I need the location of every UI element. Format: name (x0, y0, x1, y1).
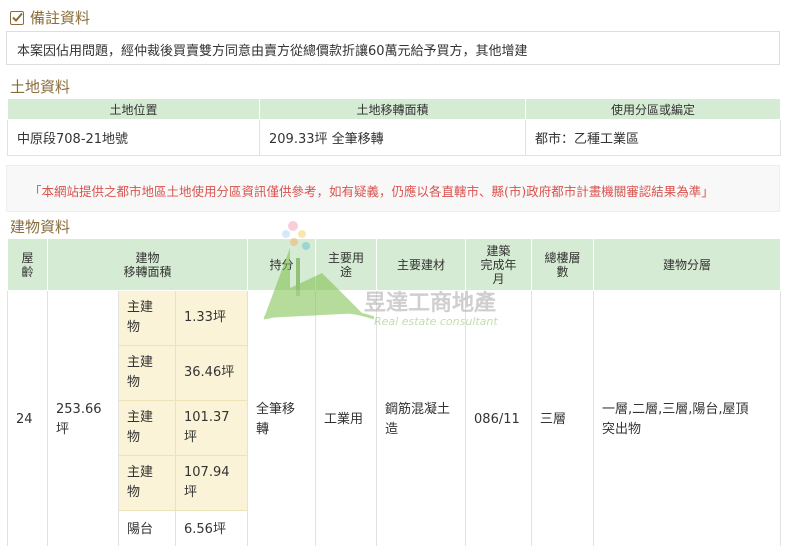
header-age: 屋 齡 (7, 238, 48, 291)
building-layers: 一層,二層,三層,陽台,屋頂 突出物 (593, 290, 782, 546)
remarks-section-title: 備註資料 (10, 7, 90, 28)
zoning-notice: 「本網站提供之都市地區土地使用分區資訊僅供參考，如有疑義，仍應以各直轄市、縣(市… (6, 165, 780, 212)
land-section-title: 土地資料 (10, 78, 71, 96)
building-floors: 三層 (531, 290, 595, 546)
checkbox-checked-icon (10, 10, 24, 25)
sub-area-value: 107.94 坪 (174, 455, 249, 511)
land-header-area: 土地移轉面積 (259, 98, 526, 120)
land-header-location: 土地位置 (7, 98, 260, 120)
sub-area-value: 1.33坪 (174, 290, 249, 346)
sub-area-label: 主建 物 (118, 455, 176, 511)
header-built: 建築 完成年 月 (465, 238, 533, 291)
building-header-row: 屋 齡 建物 移轉面積 持分 主要用 途 主要建材 建築 完成年 月 總樓層 數… (7, 238, 782, 291)
header-area: 建物 移轉面積 (46, 238, 249, 291)
table-row: 24 253.66 坪 主建 物 1.33坪 全筆移 轉 工業用 鋼筋混凝土 造… (7, 290, 782, 546)
building-usage: 工業用 (315, 290, 378, 546)
building-age: 24 (7, 290, 48, 546)
building-section-title: 建物資料 (10, 218, 71, 236)
land-header-zoning: 使用分區或編定 (525, 98, 781, 120)
sub-area-value: 101.37 坪 (174, 400, 249, 456)
header-layers: 建物分層 (593, 238, 782, 291)
building-area: 253.66 坪 (47, 290, 119, 546)
building-material: 鋼筋混凝土 造 (376, 290, 467, 546)
land-area: 209.33坪 全筆移轉 (259, 119, 526, 156)
remarks-text: 本案因佔用問題，經仲裁後買賣雙方同意由賣方從總價款折讓60萬元給予買方，其他增建 (6, 31, 780, 65)
sub-area-label: 主建 物 (118, 345, 176, 401)
land-table: 土地位置 土地移轉面積 使用分區或編定 中原段708-21地號 209.33坪 … (7, 98, 781, 156)
remarks-title: 備註資料 (30, 9, 91, 27)
building-share: 全筆移 轉 (247, 290, 317, 546)
land-header-row: 土地位置 土地移轉面積 使用分區或編定 (7, 98, 781, 120)
sub-area-label: 主建 物 (118, 400, 176, 456)
header-usage: 主要用 途 (315, 238, 378, 291)
header-floors: 總樓層 數 (531, 238, 595, 291)
sub-area-label: 陽台 (118, 510, 176, 546)
land-zoning: 都市：乙種工業區 (525, 119, 781, 156)
sub-area-value: 6.56坪 (174, 510, 249, 546)
building-table: 屋 齡 建物 移轉面積 持分 主要用 途 主要建材 建築 完成年 月 總樓層 數… (7, 238, 782, 546)
building-built: 086/11 (465, 290, 533, 546)
header-share: 持分 (247, 238, 317, 291)
land-location: 中原段708-21地號 (7, 119, 260, 156)
sub-area-value: 36.46坪 (174, 345, 249, 401)
table-row: 中原段708-21地號 209.33坪 全筆移轉 都市：乙種工業區 (7, 119, 781, 156)
sub-area-label: 主建 物 (118, 290, 176, 346)
header-material: 主要建材 (376, 238, 467, 291)
